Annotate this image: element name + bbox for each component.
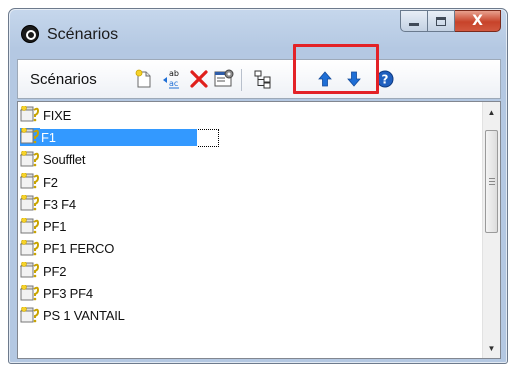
window-title: Scénarios [47,26,119,43]
scenario-icon [19,105,40,124]
new-scenario-button[interactable] [133,68,155,90]
svg-text:ac: ac [169,79,178,88]
thumb-grip [489,184,495,185]
list-item[interactable]: PS 1 VANTAIL [18,305,482,327]
list-item-label: FIXE [43,107,72,123]
list-item[interactable]: F3 F4 [18,193,482,215]
delete-icon [190,70,208,88]
list-item-label: Soufflet [43,152,86,168]
list-item[interactable]: PF3 PF4 [18,282,482,304]
scenario-icon [19,149,40,169]
scenario-icon [19,194,40,213]
list-item-label: F2 [43,174,58,190]
vertical-scrollbar[interactable]: ▲ ▼ [482,102,500,358]
list-item[interactable]: PF1 [18,215,482,237]
new-icon [135,69,151,88]
toolbar-separator [241,69,242,91]
list-item-label: PS 1 VANTAIL [43,308,125,324]
thumb-grip [489,181,495,182]
list-item[interactable]: F2 [18,171,482,193]
scenario-icon [19,127,40,147]
rename-icon: ab ac [163,69,179,89]
app-icon [21,25,39,43]
scenarios-window: Scénarios X Scénarios ab ac ? FIXE F1 So… [8,8,508,364]
scenario-icon [19,239,40,258]
scenario-list[interactable]: FIXE F1 Soufflet F2 F3 F4 PF1 PF1 FERCO PF2 PF3 … [17,101,501,359]
list-item-label: F3 F4 [43,196,76,212]
list-item-label: F1 [40,128,197,146]
list-item-label: PF1 [43,219,67,235]
caption-buttons: X [400,10,501,32]
tree-button[interactable] [252,68,274,90]
list-item-label: PF3 PF4 [43,286,93,302]
toolbar: Scénarios ab ac ? [17,59,501,99]
thumb-grip [489,178,495,179]
delete-button[interactable] [188,68,210,90]
highlight-rectangle [293,44,379,94]
list-item[interactable]: PF1 FERCO [18,238,482,260]
close-button[interactable]: X [455,10,501,32]
list-item-label: PF1 FERCO [43,241,115,257]
list-item[interactable]: FIXE [18,104,482,126]
scroll-thumb[interactable] [485,130,498,233]
close-icon: X [472,13,483,29]
scenario-items: FIXE F1 Soufflet F2 F3 F4 PF1 PF1 FERCO PF2 PF3 … [18,104,482,327]
title-bar[interactable]: Scénarios X [9,9,507,53]
minimize-button[interactable] [400,10,428,32]
list-item[interactable]: PF2 [18,260,482,282]
scenario-icon [19,306,40,325]
list-item[interactable]: F1 [18,126,482,148]
svg-text:?: ? [382,73,389,87]
scenario-icon [19,216,40,236]
rename-button[interactable]: ab ac [161,68,183,90]
scenario-icon [19,283,40,303]
tree-icon [254,70,271,89]
scroll-down-arrow-icon[interactable]: ▼ [483,339,500,357]
toolbar-label: Scénarios [30,71,97,88]
list-item[interactable]: Soufflet [18,149,482,171]
scroll-up-arrow-icon[interactable]: ▲ [483,103,500,121]
scenario-icon [19,172,40,191]
maximize-icon [436,16,446,26]
scenario-icon [19,261,40,280]
maximize-button[interactable] [428,10,455,32]
properties-icon [214,69,234,87]
properties-button[interactable] [213,68,235,90]
list-item-label: PF2 [43,263,67,279]
minimize-icon [409,23,419,26]
svg-text:ab: ab [169,69,179,78]
